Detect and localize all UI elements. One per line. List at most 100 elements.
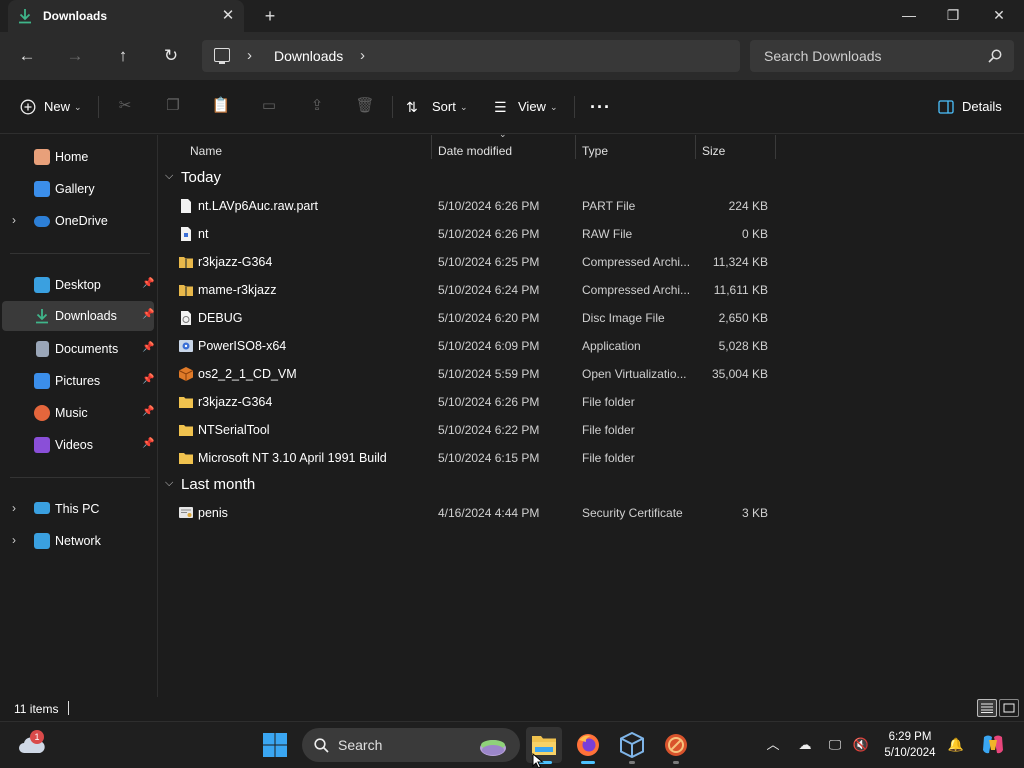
- notifications-bell-icon[interactable]: 🔔: [947, 736, 965, 754]
- table-row[interactable]: Microsoft NT 3.10 April 1991 Build 5/10/…: [159, 444, 779, 472]
- sidebar-item-pictures[interactable]: Pictures 📌: [2, 367, 154, 395]
- table-row[interactable]: os2_2_1_CD_VM 5/10/2024 5:59 PM Open Vir…: [159, 360, 779, 388]
- sidebar-item-desktop[interactable]: Desktop 📌: [2, 271, 154, 299]
- share-icon[interactable]: ⇪: [307, 96, 327, 116]
- tab-close-icon[interactable]: ✕: [218, 6, 238, 26]
- pin-icon[interactable]: 📌: [142, 278, 154, 289]
- view-button[interactable]: ☰ View ⌄: [494, 94, 560, 120]
- paste-icon[interactable]: 📋: [211, 96, 231, 116]
- restore-button[interactable]: ❐: [930, 0, 976, 32]
- column-resize-handle[interactable]: [431, 135, 432, 159]
- sidebar-item-gallery[interactable]: Gallery: [2, 175, 154, 203]
- search-input[interactable]: [750, 40, 980, 72]
- table-row[interactable]: NTSerialTool 5/10/2024 6:22 PM File fold…: [159, 416, 779, 444]
- sidebar-item-home[interactable]: Home: [2, 143, 154, 171]
- pin-icon[interactable]: 📌: [142, 374, 154, 385]
- chevron-right-icon[interactable]: ›: [360, 47, 365, 64]
- sidebar-item-documents[interactable]: Documents 📌: [2, 335, 154, 363]
- delete-icon[interactable]: 🗑: [355, 96, 375, 116]
- column-header-type[interactable]: Type: [582, 139, 608, 163]
- file-list: Name Date modified ⌄ Type Size ⌵ Today n…: [159, 129, 1024, 697]
- expand-chevron-icon[interactable]: ›: [12, 533, 16, 547]
- details-view-button[interactable]: [977, 699, 997, 717]
- column-resize-handle[interactable]: [695, 135, 696, 159]
- chevron-down-icon: ⌄: [460, 102, 468, 112]
- expand-chevron-icon[interactable]: ›: [12, 501, 16, 515]
- taskbar-app-firefox[interactable]: [570, 727, 606, 763]
- sidebar-item-label: OneDrive: [55, 214, 108, 228]
- taskbar-app-virtualbox[interactable]: [614, 727, 650, 763]
- copy-icon[interactable]: ❐: [163, 96, 183, 116]
- collapse-chevron-icon[interactable]: ⌵: [165, 477, 173, 490]
- table-row[interactable]: nt 5/10/2024 6:26 PM RAW File 0 KB: [159, 220, 779, 248]
- group-header-today[interactable]: ⌵ Today: [165, 167, 365, 191]
- system-clock[interactable]: 6:29 PM 5/10/2024: [878, 729, 942, 761]
- sidebar-item-network[interactable]: › Network: [2, 527, 154, 555]
- sidebar-item-this-pc[interactable]: › This PC: [2, 495, 154, 523]
- divider: [574, 96, 575, 118]
- column-header-name[interactable]: Name: [190, 139, 222, 163]
- more-options-button[interactable]: ···: [590, 94, 611, 120]
- weather-widget[interactable]: 1: [18, 730, 48, 760]
- taskbar-search[interactable]: Search: [302, 728, 520, 762]
- pin-icon[interactable]: 📌: [142, 406, 154, 417]
- table-row[interactable]: r3kjazz-G364 5/10/2024 6:25 PM Compresse…: [159, 248, 779, 276]
- column-header-size[interactable]: Size: [702, 139, 725, 163]
- table-row[interactable]: nt.LAVp6Auc.raw.part 5/10/2024 6:26 PM P…: [159, 192, 779, 220]
- sort-button[interactable]: ⇅ Sort ⌄: [406, 94, 470, 120]
- address-bar[interactable]: › Downloads ›: [202, 40, 740, 72]
- divider: [392, 96, 393, 118]
- volume-muted-icon[interactable]: 🔇: [852, 736, 870, 754]
- sidebar-item-downloads[interactable]: Downloads 📌: [2, 301, 154, 331]
- desktop-icon: [34, 277, 50, 293]
- forward-button[interactable]: →: [60, 42, 90, 70]
- sidebar-item-onedrive[interactable]: › OneDrive: [2, 207, 154, 235]
- taskbar-app-mame[interactable]: [658, 727, 694, 763]
- expand-chevron-icon[interactable]: ›: [12, 213, 16, 227]
- file-type: Disc Image File: [582, 311, 665, 325]
- downloads-icon: [36, 309, 48, 324]
- large-icons-view-button[interactable]: [999, 699, 1019, 717]
- column-resize-handle[interactable]: [575, 135, 576, 159]
- pin-icon[interactable]: 📌: [142, 309, 154, 320]
- refresh-button[interactable]: ↻: [156, 42, 186, 70]
- clock-time: 6:29 PM: [888, 731, 932, 743]
- file-name: nt: [198, 227, 209, 241]
- file-date: 5/10/2024 6:26 PM: [438, 199, 540, 213]
- search-box[interactable]: [750, 40, 1014, 72]
- copilot-icon: [983, 735, 1003, 754]
- copilot-button[interactable]: [980, 732, 1006, 758]
- cut-icon[interactable]: ✂: [115, 96, 135, 116]
- table-row[interactable]: DEBUG 5/10/2024 6:20 PM Disc Image File …: [159, 304, 779, 332]
- rename-icon[interactable]: ▭: [259, 96, 279, 116]
- close-window-button[interactable]: ✕: [976, 0, 1022, 32]
- sidebar-item-videos[interactable]: Videos 📌: [2, 431, 154, 459]
- table-row[interactable]: PowerISO8-x64 5/10/2024 6:09 PM Applicat…: [159, 332, 779, 360]
- chevron-right-icon[interactable]: ›: [247, 47, 252, 64]
- table-row[interactable]: r3kjazz-G364 5/10/2024 6:26 PM File fold…: [159, 388, 779, 416]
- column-resize-handle[interactable]: [775, 135, 776, 159]
- group-header-last-month[interactable]: ⌵ Last month: [165, 474, 365, 498]
- show-hidden-icons-chevron-icon[interactable]: ︿: [764, 736, 782, 754]
- running-app-indicator: [673, 761, 679, 764]
- breadcrumb-downloads[interactable]: Downloads: [274, 48, 343, 64]
- pin-icon[interactable]: 📌: [142, 438, 154, 449]
- start-button[interactable]: [262, 732, 288, 758]
- column-header-date[interactable]: Date modified: [438, 139, 512, 163]
- back-button[interactable]: ←: [12, 42, 42, 70]
- tab-downloads[interactable]: Downloads ✕: [8, 0, 244, 32]
- minimize-button[interactable]: —: [886, 0, 932, 32]
- new-tab-button[interactable]: +: [258, 6, 282, 26]
- network-status-icon[interactable]: 🖵: [826, 736, 844, 754]
- pin-icon[interactable]: 📌: [142, 342, 154, 353]
- file-type: Open Virtualizatio...: [582, 367, 687, 381]
- table-row[interactable]: penis 4/16/2024 4:44 PM Security Certifi…: [159, 499, 779, 527]
- table-row[interactable]: mame-r3kjazz 5/10/2024 6:24 PM Compresse…: [159, 276, 779, 304]
- file-size: 3 KB: [741, 506, 768, 520]
- folder-icon: [179, 425, 193, 436]
- up-button[interactable]: ↑: [108, 42, 138, 70]
- search-icon[interactable]: [988, 49, 1002, 63]
- onedrive-offline-icon[interactable]: ☁: [796, 736, 814, 754]
- sidebar-item-music[interactable]: Music 📌: [2, 399, 154, 427]
- collapse-chevron-icon[interactable]: ⌵: [165, 170, 173, 183]
